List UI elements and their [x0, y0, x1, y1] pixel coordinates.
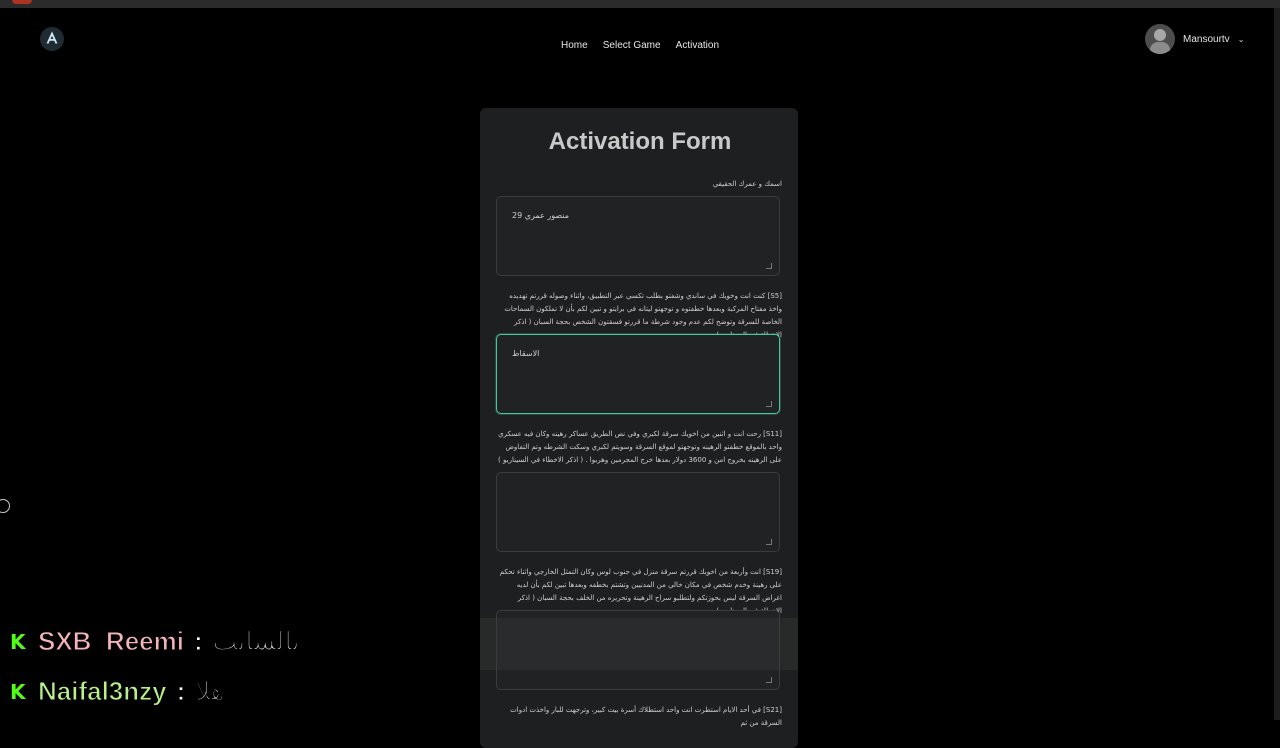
chat-username: Naifal3nzy: [38, 676, 168, 707]
nav-activation[interactable]: Activation: [676, 40, 719, 51]
avatar: [1145, 24, 1175, 54]
chat-separator: :: [176, 676, 186, 707]
question-label-5: [S21] في أحد الايام استطرت انت واحد استط…: [510, 706, 782, 727]
mouse-cursor-icon: [0, 499, 10, 513]
chevron-down-icon: ⌄: [1237, 34, 1245, 44]
question-label-3: [S11] رحت انت و اثنين من اخويك سرقة لكبر…: [498, 430, 782, 464]
main-nav: Home Select Game Activation: [0, 33, 1280, 52]
scrollbar[interactable]: [1274, 8, 1280, 720]
stream-overlay-shade: [480, 618, 798, 670]
chat-text: يالشايب: [212, 626, 300, 657]
resize-grip-icon[interactable]: [766, 401, 772, 407]
kick-icon: K: [10, 629, 26, 654]
kick-icon: K: [10, 679, 26, 704]
resize-grip-icon[interactable]: [766, 539, 772, 545]
nav-home[interactable]: Home: [561, 40, 588, 51]
chat-message: K Naifal3nzy : هلا: [10, 676, 225, 707]
nav-select-game[interactable]: Select Game: [603, 40, 661, 51]
chat-separator: :: [193, 626, 203, 657]
resize-grip-icon[interactable]: [766, 677, 772, 683]
answer-value-2: الاسقاط: [512, 349, 540, 358]
chat-message: K SXB_Reemi : يالشايب: [10, 626, 300, 657]
question-label-1: اسمك و عمرك الحقيقي: [712, 180, 782, 188]
username: Mansourtv: [1183, 33, 1230, 45]
answer-value-1: منصور عمري 29: [512, 211, 569, 220]
answer-field-3[interactable]: [496, 472, 780, 552]
form-title: Activation Form: [548, 128, 732, 155]
browser-top-strip: [0, 0, 1280, 8]
answer-field-1[interactable]: منصور عمري 29: [496, 196, 780, 276]
user-menu[interactable]: Mansourtv ⌄: [1145, 24, 1244, 54]
chat-username: SXB_Reemi: [38, 626, 185, 657]
answer-field-2[interactable]: الاسقاط: [496, 334, 780, 414]
resize-grip-icon[interactable]: [766, 263, 772, 269]
chat-text: هلا: [195, 676, 225, 707]
